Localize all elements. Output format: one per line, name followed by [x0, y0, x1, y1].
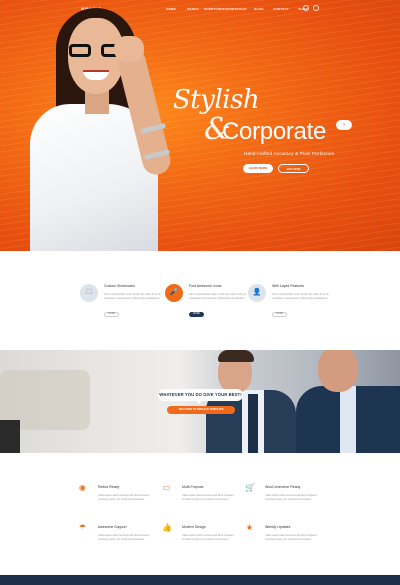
nav-icons	[303, 5, 319, 11]
feature-text: Sed ut perspiciatis unde omnis iste natu…	[189, 293, 246, 300]
page: MIRACLE HOME PAGES SHORTCODES PORTFOLIO …	[0, 0, 400, 585]
feature-icon-circle: 👤	[248, 284, 266, 302]
eye-icon: ◉	[79, 483, 86, 492]
welcome-button[interactable]: WELCOME TO MIRACLE TEMPLATE	[167, 406, 235, 414]
feature-more-button[interactable]: MORE	[189, 312, 204, 317]
features-top: ☐ Custom Shortcodes Sed ut perspiciatis …	[0, 251, 400, 350]
feature-title: WooCommerce Ready	[265, 485, 301, 489]
microphone-icon: 🎤	[169, 289, 179, 296]
cart-icon[interactable]	[313, 5, 319, 11]
footer-strip	[0, 575, 400, 585]
feature-text: Class aptent taciti sociosqu ad litora t…	[98, 534, 150, 541]
nav-item-contact[interactable]: CONTACT	[270, 7, 292, 11]
banner-quote: WHATEVER YOU DO GIVE YOUR BEST!	[158, 389, 243, 404]
feature-icon-circle: ☐	[80, 284, 98, 302]
thumbs-up-icon: 👍	[162, 523, 172, 532]
feature-title: Weekly Updates	[265, 525, 291, 529]
feature-title: Awesome Support	[98, 525, 127, 529]
feature-more-button[interactable]: MORE	[104, 312, 119, 317]
feature-text: Class aptent taciti sociosqu ad litora t…	[265, 494, 317, 501]
feature-text: Class aptent taciti sociosqu ad litora t…	[98, 494, 150, 501]
hero-subtitle: Hand-crafted Accuracy & Pixel Perfection	[244, 151, 335, 156]
quote-banner: WHATEVER YOU DO GIVE YOUR BEST! WELCOME …	[0, 350, 400, 453]
hero-section: MIRACLE HOME PAGES SHORTCODES PORTFOLIO …	[0, 0, 400, 251]
hero-title-line2: Corporate	[222, 118, 327, 145]
feature-title: Well Layed Features	[272, 284, 305, 288]
search-icon[interactable]	[303, 5, 309, 11]
feature-text: Class aptent taciti sociosqu ad litora t…	[182, 534, 234, 541]
laptop-shape	[0, 420, 20, 453]
feature-icon-circle: 🎤	[165, 284, 183, 302]
features-bottom: ◉ Retina Ready Class aptent taciti socio…	[0, 453, 400, 575]
star-icon: ★	[245, 523, 254, 532]
nav-item-portfolio[interactable]: PORTFOLIO	[226, 7, 248, 11]
feature-title: Modern Design	[182, 525, 206, 529]
buy-now-button[interactable]: BUY NOW	[278, 164, 309, 173]
feature-title: Custom Shortcodes	[104, 284, 135, 288]
nav-item-blog[interactable]: BLOG	[248, 7, 270, 11]
businessman-image	[296, 350, 400, 453]
feature-title: Multi-Purpose	[182, 485, 204, 489]
feature-text: Sed ut perspiciatis unde omnis iste natu…	[272, 293, 329, 300]
hand-shape	[114, 36, 144, 62]
nav-item-shortcodes[interactable]: SHORTCODES	[204, 7, 227, 11]
desktop-icon: ▭	[162, 483, 171, 492]
cart-icon: 🛒	[245, 483, 255, 492]
feature-title: Font Awesome Icons	[189, 284, 222, 288]
hero-model-image	[30, 4, 190, 251]
slider-next-button[interactable]: ›	[336, 120, 352, 130]
feature-text: Class aptent taciti sociosqu ad litora t…	[182, 494, 234, 501]
feature-more-button[interactable]: MORE	[272, 312, 287, 317]
learn-more-button[interactable]: LEARN MORE	[243, 164, 273, 173]
hero-title-line1: Stylish	[173, 85, 260, 115]
umbrella-icon: ☂	[78, 523, 87, 532]
feature-text: Sed ut perspiciatis unde omnis iste natu…	[104, 293, 161, 300]
shortcode-icon: ☐	[85, 289, 93, 296]
businessman-image	[206, 350, 296, 453]
feature-text: Class aptent taciti sociosqu ad litora t…	[265, 534, 317, 541]
user-icon: 👤	[252, 289, 262, 296]
feature-title: Retina Ready	[98, 485, 120, 489]
